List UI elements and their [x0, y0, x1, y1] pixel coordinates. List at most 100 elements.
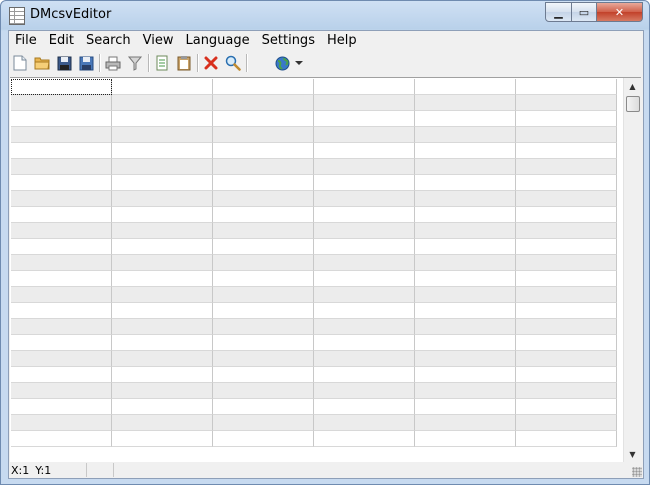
- grid-cell[interactable]: [314, 271, 415, 287]
- grid-cell[interactable]: [213, 111, 314, 127]
- grid-cell[interactable]: [314, 79, 415, 95]
- app-icon[interactable]: [9, 7, 25, 25]
- grid-cell[interactable]: [314, 95, 415, 111]
- menu-file[interactable]: File: [9, 31, 43, 51]
- grid-cell[interactable]: [213, 159, 314, 175]
- grid-cell[interactable]: [112, 255, 213, 271]
- grid-cell[interactable]: [415, 223, 516, 239]
- grid-cell[interactable]: [11, 303, 112, 319]
- minimize-button[interactable]: ▁: [545, 2, 572, 22]
- grid-cell[interactable]: [112, 351, 213, 367]
- grid-cell[interactable]: [314, 351, 415, 367]
- scroll-up-arrow-icon[interactable]: ▲: [624, 78, 641, 94]
- save-button[interactable]: [53, 52, 75, 74]
- grid-cell[interactable]: [314, 287, 415, 303]
- save-as-button[interactable]: [75, 52, 97, 74]
- grid-cell[interactable]: [11, 383, 112, 399]
- grid-cell[interactable]: [314, 239, 415, 255]
- grid-cell[interactable]: [314, 143, 415, 159]
- grid-cell[interactable]: [112, 431, 213, 447]
- grid-cell[interactable]: [213, 271, 314, 287]
- grid-cell[interactable]: [516, 271, 617, 287]
- menu-settings[interactable]: Settings: [256, 31, 321, 51]
- grid-cell[interactable]: [213, 367, 314, 383]
- grid-cell[interactable]: [415, 287, 516, 303]
- grid-cell[interactable]: [112, 415, 213, 431]
- grid-cell[interactable]: [112, 111, 213, 127]
- close-button[interactable]: ✕: [597, 2, 643, 22]
- grid-cell[interactable]: [516, 95, 617, 111]
- grid-cell[interactable]: [314, 415, 415, 431]
- maximize-button[interactable]: ▭: [572, 2, 597, 22]
- grid-cell[interactable]: [11, 95, 112, 111]
- delete-button[interactable]: [200, 52, 222, 74]
- grid-cell[interactable]: [314, 191, 415, 207]
- paste-button[interactable]: [173, 52, 195, 74]
- grid-cell[interactable]: [415, 383, 516, 399]
- scroll-thumb[interactable]: [626, 96, 640, 112]
- grid-cell[interactable]: [314, 175, 415, 191]
- grid-cell[interactable]: [314, 159, 415, 175]
- grid-cell[interactable]: [213, 319, 314, 335]
- grid-cell[interactable]: [213, 191, 314, 207]
- grid-cell[interactable]: [11, 415, 112, 431]
- grid-cell[interactable]: [314, 111, 415, 127]
- grid-cell[interactable]: [415, 367, 516, 383]
- grid-cell[interactable]: [516, 223, 617, 239]
- grid-cell[interactable]: [415, 415, 516, 431]
- grid-cell[interactable]: [314, 431, 415, 447]
- filter-button[interactable]: [124, 52, 146, 74]
- menu-help[interactable]: Help: [321, 31, 363, 51]
- grid-cell[interactable]: [415, 351, 516, 367]
- grid-cell[interactable]: [112, 287, 213, 303]
- grid-cell[interactable]: [314, 383, 415, 399]
- grid-cell[interactable]: [516, 431, 617, 447]
- grid-cell[interactable]: [516, 207, 617, 223]
- grid-cell[interactable]: [11, 271, 112, 287]
- grid-cell[interactable]: [112, 383, 213, 399]
- grid-cell[interactable]: [516, 351, 617, 367]
- grid-cell[interactable]: [213, 79, 314, 95]
- grid-cell[interactable]: [112, 367, 213, 383]
- grid-cell[interactable]: [516, 399, 617, 415]
- grid-cell[interactable]: [11, 287, 112, 303]
- grid-cell[interactable]: [112, 127, 213, 143]
- grid-cell[interactable]: [314, 319, 415, 335]
- grid-cell[interactable]: [112, 159, 213, 175]
- grid-cell[interactable]: [112, 399, 213, 415]
- grid-cell[interactable]: [213, 143, 314, 159]
- grid-cell[interactable]: [11, 351, 112, 367]
- grid-cell[interactable]: [415, 239, 516, 255]
- grid-cell[interactable]: [213, 127, 314, 143]
- grid-cell[interactable]: [314, 335, 415, 351]
- grid-cell[interactable]: [415, 159, 516, 175]
- scroll-down-arrow-icon[interactable]: ▼: [624, 446, 641, 462]
- grid-cell[interactable]: [314, 207, 415, 223]
- grid-cell[interactable]: [516, 287, 617, 303]
- menu-search[interactable]: Search: [80, 31, 137, 51]
- grid-cell[interactable]: [516, 127, 617, 143]
- grid-cell[interactable]: [213, 335, 314, 351]
- grid-cell[interactable]: [213, 255, 314, 271]
- grid-cell[interactable]: [112, 79, 213, 95]
- grid-cell[interactable]: [112, 239, 213, 255]
- grid-cell[interactable]: [11, 79, 112, 95]
- grid-cell[interactable]: [213, 287, 314, 303]
- grid-cell[interactable]: [112, 95, 213, 111]
- grid-cell[interactable]: [415, 111, 516, 127]
- language-button[interactable]: [271, 52, 293, 74]
- grid-cell[interactable]: [415, 303, 516, 319]
- grid-cell[interactable]: [516, 143, 617, 159]
- grid-cell[interactable]: [516, 79, 617, 95]
- title-bar[interactable]: DMcsvEditor ▁ ▭ ✕: [1, 1, 649, 30]
- grid-cell[interactable]: [314, 127, 415, 143]
- grid-cell[interactable]: [112, 335, 213, 351]
- grid-cell[interactable]: [516, 111, 617, 127]
- grid-cell[interactable]: [213, 223, 314, 239]
- grid-cell[interactable]: [516, 415, 617, 431]
- grid-cell[interactable]: [314, 303, 415, 319]
- grid-cell[interactable]: [516, 335, 617, 351]
- grid-cell[interactable]: [11, 159, 112, 175]
- grid-cell[interactable]: [213, 351, 314, 367]
- grid-cell[interactable]: [11, 127, 112, 143]
